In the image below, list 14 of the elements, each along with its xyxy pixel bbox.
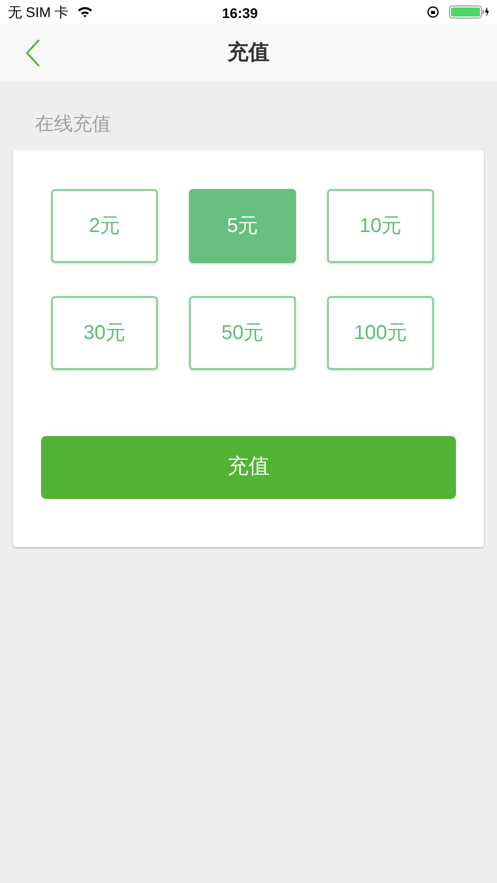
rotation-lock-icon — [427, 6, 439, 18]
amount-option[interactable]: 100元 — [327, 296, 434, 370]
amount-option[interactable]: 10元 — [327, 188, 434, 262]
amount-option[interactable]: 2元 — [51, 188, 158, 262]
carrier-text: 无 SIM 卡 — [8, 2, 69, 22]
amount-option[interactable]: 5元 — [189, 188, 296, 262]
amount-option[interactable]: 50元 — [189, 296, 296, 370]
amount-option[interactable]: 30元 — [51, 296, 158, 370]
wifi-icon — [76, 6, 93, 18]
recharge-button[interactable]: 充值 — [41, 436, 456, 498]
page-title: 充值 — [228, 40, 270, 66]
status-time: 16:39 — [222, 4, 258, 23]
battery-icon — [449, 5, 489, 19]
section-title: 在线充值 — [35, 114, 111, 135]
